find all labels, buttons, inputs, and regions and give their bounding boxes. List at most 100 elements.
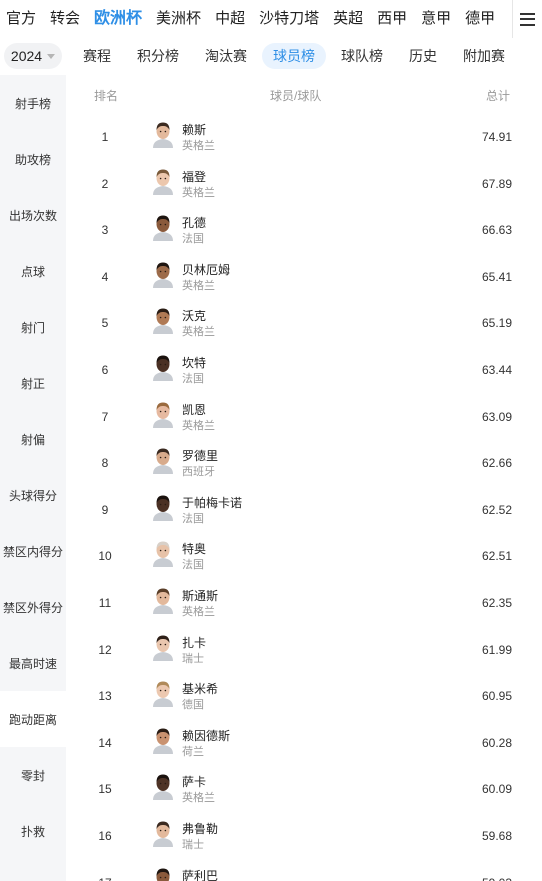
player-team: 瑞士 xyxy=(182,838,204,851)
player-name[interactable]: 于帕梅卡诺 xyxy=(182,494,242,511)
table-row[interactable]: 6 坎特 法国 63.44 xyxy=(66,346,542,393)
row-rank: 16 xyxy=(98,828,112,843)
player-team: 法国 xyxy=(182,372,204,385)
row-total: 62.35 xyxy=(482,595,513,610)
player-name[interactable]: 萨利巴 xyxy=(182,867,218,881)
table-row[interactable]: 13 基米希 德国 60.95 xyxy=(66,672,542,719)
player-team: 法国 xyxy=(182,233,204,246)
player-name[interactable]: 赖因德斯 xyxy=(182,727,230,744)
row-rank: 7 xyxy=(101,409,109,424)
sidebar-item[interactable]: 禁区内得分 xyxy=(0,523,66,579)
table-row[interactable]: 14 赖因德斯 荷兰 60.28 xyxy=(66,719,542,766)
table-row[interactable]: 12 扎卡 瑞士 61.99 xyxy=(66,626,542,673)
league-tab[interactable]: 欧洲杯 xyxy=(87,0,149,38)
table-row[interactable]: 8 罗德里 西班牙 62.66 xyxy=(66,439,542,486)
row-total: 62.52 xyxy=(482,502,513,517)
table-row[interactable]: 5 沃克 英格兰 65.19 xyxy=(66,299,542,346)
player-team: 英格兰 xyxy=(182,186,215,199)
table-row[interactable]: 11 斯通斯 英格兰 62.35 xyxy=(66,579,542,626)
league-tab[interactable]: 意甲 xyxy=(414,0,458,38)
sub-tabs: 赛程 积分榜 淘汰赛 球员榜 球队榜 历史 附加赛 xyxy=(72,43,520,69)
sidebar-item[interactable]: 跑动距离 xyxy=(0,691,66,747)
sidebar-item[interactable]: 射门 xyxy=(0,299,66,355)
league-tab[interactable]: 沙特刀塔 xyxy=(252,0,326,38)
player-avatar-icon xyxy=(153,774,173,801)
table-row[interactable]: 17萨利巴法国59.03 xyxy=(66,859,542,881)
league-tab[interactable]: 转会 xyxy=(43,0,87,38)
player-name[interactable]: 赖斯 xyxy=(182,121,206,138)
sidebar-item[interactable]: 出场次数 xyxy=(0,187,66,243)
table-row[interactable]: 2 福登 英格兰 67.89 xyxy=(66,160,542,207)
row-total: 60.28 xyxy=(482,735,513,750)
menu-button[interactable] xyxy=(512,0,542,38)
table-row[interactable]: 4 贝林厄姆 英格兰 65.41 xyxy=(66,253,542,300)
sidebar-item[interactable]: 射手榜 xyxy=(0,75,66,131)
player-avatar-icon xyxy=(153,728,173,754)
player-name[interactable]: 弗鲁勒 xyxy=(182,820,218,837)
sidebar-item[interactable]: 禁区外得分 xyxy=(0,579,66,635)
player-team: 英格兰 xyxy=(182,792,215,805)
player-name[interactable]: 斯通斯 xyxy=(182,587,218,604)
row-rank: 8 xyxy=(101,456,109,471)
sidebar-item[interactable]: 射偏 xyxy=(0,411,66,467)
row-rank: 17 xyxy=(66,876,144,881)
player-avatar-icon xyxy=(156,868,170,881)
player-avatar-icon xyxy=(153,215,173,242)
player-name[interactable]: 孔德 xyxy=(182,214,206,231)
sidebar-item[interactable]: 零封 xyxy=(0,747,66,803)
league-tab[interactable]: 美洲杯 xyxy=(149,0,208,38)
player-avatar-icon xyxy=(153,635,173,661)
player-name[interactable]: 福登 xyxy=(182,168,206,185)
player-team: 英格兰 xyxy=(182,140,215,152)
player-name[interactable]: 萨卡 xyxy=(182,773,206,790)
sub-tab[interactable]: 赛程 xyxy=(72,43,122,69)
row-rank: 12 xyxy=(98,642,112,657)
sidebar-item[interactable]: 助攻榜 xyxy=(0,131,66,187)
player-name[interactable]: 坎特 xyxy=(182,354,206,371)
row-rank: 13 xyxy=(98,689,112,704)
table-row[interactable]: 3 孔德 法国 66.63 xyxy=(66,206,542,253)
row-rank: 14 xyxy=(98,735,112,750)
player-name[interactable]: 贝林厄姆 xyxy=(182,261,230,278)
row-rank: 15 xyxy=(98,782,112,797)
player-name[interactable]: 沃克 xyxy=(182,307,206,324)
player-name[interactable]: 罗德里 xyxy=(182,447,218,464)
player-avatar-icon xyxy=(153,122,173,148)
table-row[interactable]: 7 凯恩 英格兰 63.09 xyxy=(66,393,542,440)
row-rank: 4 xyxy=(101,269,109,284)
year-select[interactable]: 2024 xyxy=(4,43,62,69)
row-total: 60.95 xyxy=(482,689,513,704)
sidebar-item[interactable]: 点球 xyxy=(0,243,66,299)
table-row[interactable]: 10 特奥 法国 62.51 xyxy=(66,532,542,579)
player-team: 荷兰 xyxy=(182,745,204,758)
row-rank: 6 xyxy=(101,362,109,377)
sub-tab[interactable]: 积分榜 xyxy=(126,43,190,69)
sidebar-item[interactable]: 头球得分 xyxy=(0,467,66,523)
player-name[interactable]: 基米希 xyxy=(182,680,218,697)
sub-tab[interactable]: 球员榜 xyxy=(262,43,326,69)
player-name[interactable]: 凯恩 xyxy=(182,401,206,418)
table-row[interactable]: 15 萨卡英格兰 60.09 xyxy=(66,765,542,812)
sub-tab[interactable]: 附加赛 xyxy=(452,43,516,69)
sub-tab[interactable]: 球队榜 xyxy=(330,43,394,69)
sidebar-item[interactable]: 射正 xyxy=(0,355,66,411)
sub-tab[interactable]: 淘汰赛 xyxy=(194,43,258,69)
table-row[interactable]: 9 于帕梅卡诺 法国 62.52 xyxy=(66,486,542,533)
row-total: 60.09 xyxy=(482,782,513,797)
header-player-team: 球员/球队 xyxy=(270,89,322,103)
sidebar-item[interactable]: 扑救 xyxy=(0,803,66,859)
sidebar-item[interactable]: 最高时速 xyxy=(0,635,66,691)
player-name[interactable]: 特奥 xyxy=(182,540,206,557)
sub-tab[interactable]: 历史 xyxy=(398,43,448,69)
header-total: 总计 xyxy=(486,89,511,103)
league-tab[interactable]: 官方 xyxy=(0,0,43,38)
row-total: 62.51 xyxy=(482,549,513,564)
league-tab[interactable]: 中超 xyxy=(208,0,252,38)
league-tab[interactable]: 英超 xyxy=(326,0,370,38)
player-name[interactable]: 扎卡 xyxy=(182,634,206,651)
row-total: 62.66 xyxy=(482,456,513,471)
league-tab[interactable]: 德甲 xyxy=(458,0,502,38)
league-tab[interactable]: 西甲 xyxy=(370,0,414,38)
table-row[interactable]: 1 赖斯 英格兰 74.91 xyxy=(66,113,542,160)
table-row[interactable]: 16 弗鲁勒 瑞士 59.68 xyxy=(66,812,542,859)
